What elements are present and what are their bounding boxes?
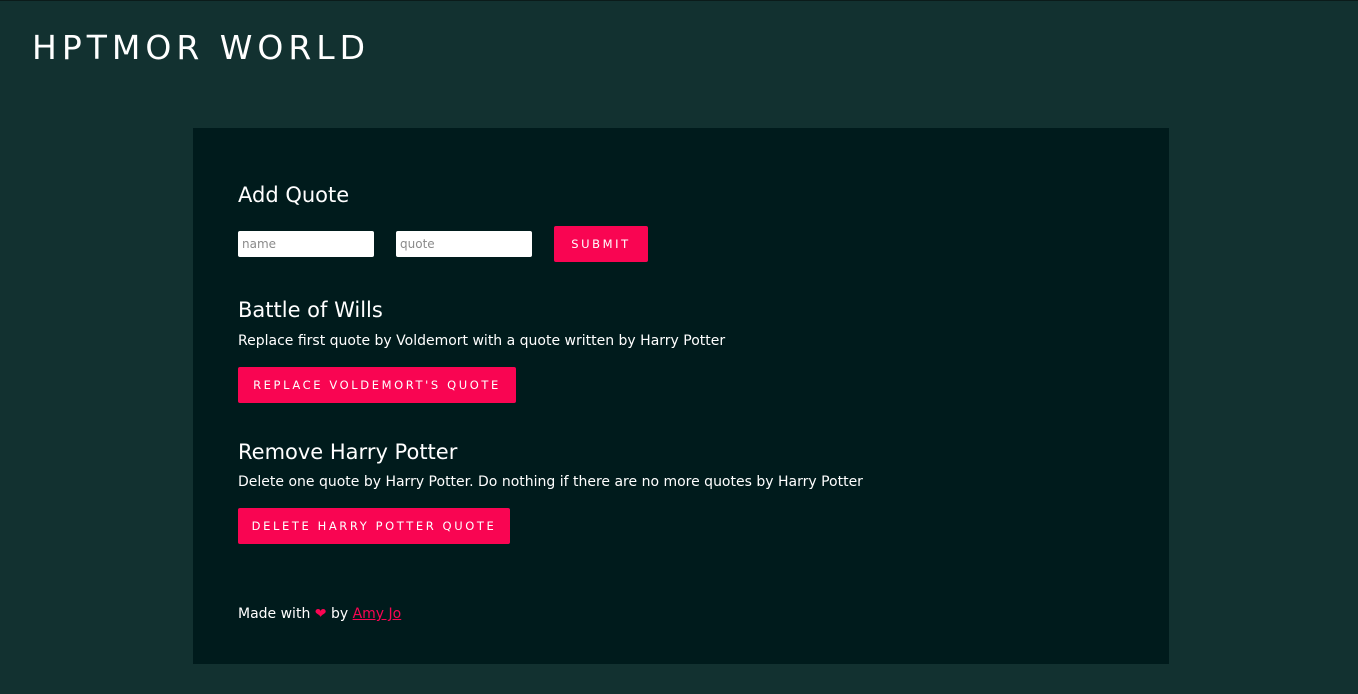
footer-made-with: Made with: [238, 606, 311, 622]
replace-voldemort-quote-button[interactable]: REPLACE VOLDEMORT'S QUOTE: [238, 367, 516, 403]
add-quote-title: Add Quote: [238, 183, 350, 207]
heart-icon: ❤: [314, 606, 327, 622]
name-input[interactable]: [238, 231, 374, 257]
quote-input[interactable]: [396, 231, 532, 257]
delete-harry-potter-quote-button[interactable]: DELETE HARRY POTTER QUOTE: [238, 508, 510, 544]
site-title: HPTMOR WORLD: [32, 28, 371, 67]
remove-harry-potter-title: Remove Harry Potter: [238, 440, 458, 464]
remove-harry-potter-description: Delete one quote by Harry Potter. Do not…: [238, 474, 863, 490]
footer-by: by: [330, 606, 349, 622]
submit-button[interactable]: SUBMIT: [554, 226, 648, 262]
author-link[interactable]: Amy Jo: [353, 606, 402, 622]
battle-of-wills-title: Battle of Wills: [238, 298, 383, 322]
main-panel: Add Quote SUBMIT Battle of Wills Replace…: [193, 128, 1169, 664]
footer-credit: Made with ❤ by Amy Jo: [238, 604, 401, 624]
battle-of-wills-description: Replace first quote by Voldemort with a …: [238, 333, 726, 349]
